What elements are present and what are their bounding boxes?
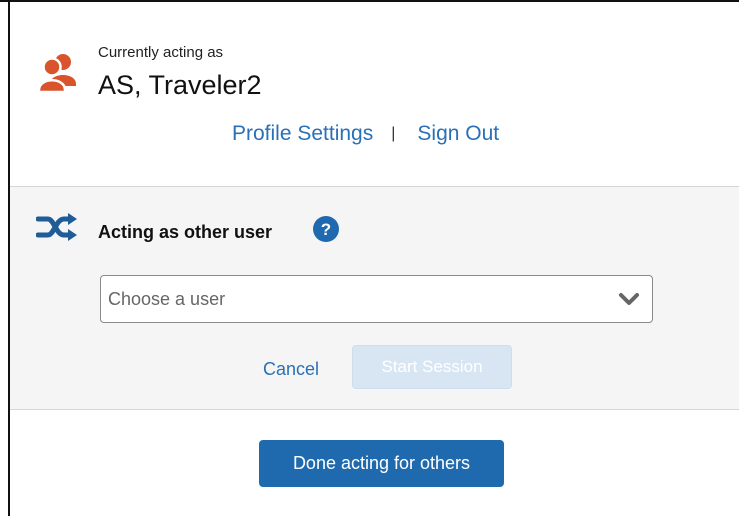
help-icon[interactable]: ? bbox=[313, 216, 339, 242]
profile-settings-link[interactable]: Profile Settings bbox=[232, 122, 373, 146]
acting-other-user-section: Acting as other user ? Choose a user Can… bbox=[10, 186, 739, 410]
current-user-name: AS, Traveler2 bbox=[98, 70, 262, 100]
acting-as-panel: Currently acting as AS, Traveler2 Profil… bbox=[10, 2, 739, 516]
shuffle-icon bbox=[35, 213, 78, 241]
acting-as-label: Currently acting as bbox=[98, 44, 224, 61]
svg-text:?: ? bbox=[321, 220, 331, 239]
users-icon bbox=[37, 50, 78, 94]
section-title: Acting as other user bbox=[98, 222, 273, 242]
link-separator: | bbox=[391, 125, 396, 142]
done-acting-button[interactable]: Done acting for others bbox=[259, 440, 504, 487]
chevron-down-icon bbox=[618, 292, 640, 306]
account-links: Profile Settings | Sign Out bbox=[232, 122, 499, 146]
choose-user-select[interactable]: Choose a user bbox=[100, 275, 653, 323]
cancel-link[interactable]: Cancel bbox=[263, 359, 319, 380]
sign-out-link[interactable]: Sign Out bbox=[417, 122, 499, 146]
select-placeholder: Choose a user bbox=[108, 288, 226, 309]
start-session-button[interactable]: Start Session bbox=[352, 345, 512, 389]
